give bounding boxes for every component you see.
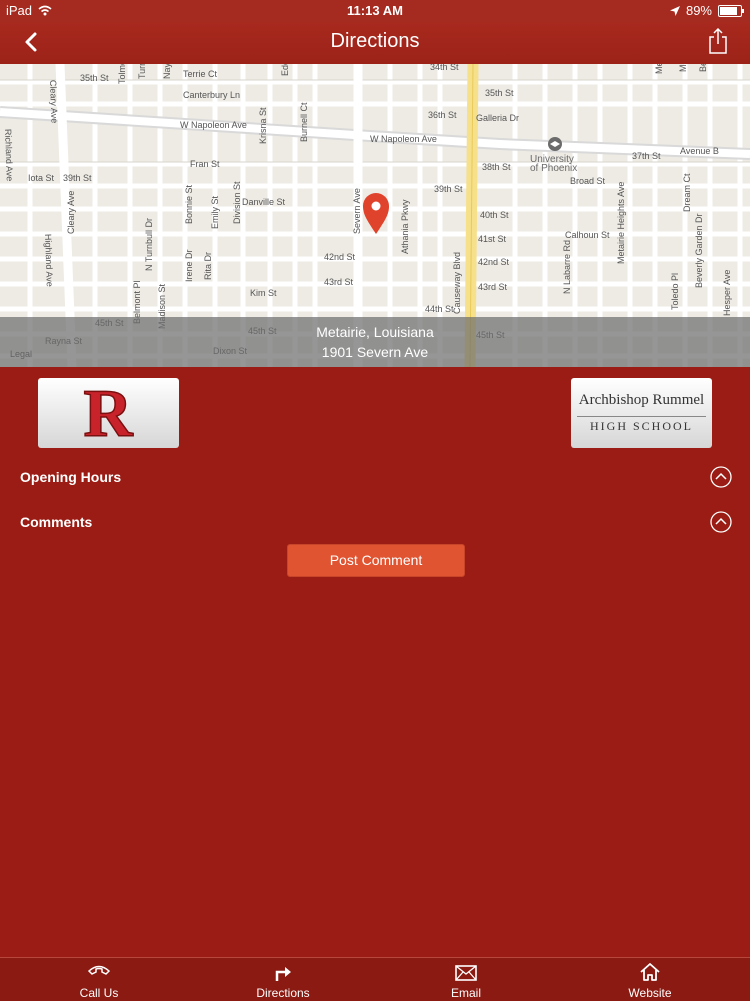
map-street-label: 34th St xyxy=(430,64,459,72)
tab-call-us[interactable]: Call Us xyxy=(39,958,159,1001)
map-street-label: N Labarre Rd xyxy=(562,240,572,294)
map-street-label: Fran St xyxy=(190,159,220,169)
phone-icon xyxy=(87,965,111,975)
location-pin-icon xyxy=(363,193,389,234)
school-logo-r: R xyxy=(38,374,179,452)
battery-percent: 89% xyxy=(685,3,712,18)
expand-toggle-icon[interactable] xyxy=(710,511,732,533)
map-street-label: Severn Ave xyxy=(352,188,362,234)
navigation-bar: Directions xyxy=(0,22,750,64)
map-street-label: 41st St xyxy=(478,234,507,244)
map-street-label: 35th St xyxy=(485,88,514,98)
page-title: Directions xyxy=(330,30,420,52)
map-street-label: Broad St xyxy=(570,176,606,186)
post-comment-button[interactable]: Post Comment xyxy=(287,544,465,577)
map-street-label: Beverly Garden Dr xyxy=(694,213,704,288)
city-label: Metairie, Louisiana xyxy=(316,324,434,340)
poi-label-line2: of Phoenix xyxy=(530,163,577,174)
map-street-label: Division St xyxy=(232,181,242,224)
map-street-label: Hesper Ave xyxy=(722,270,732,316)
home-icon xyxy=(640,963,660,981)
map-street-label: 42nd St xyxy=(324,252,356,262)
map-street-label: Bonnie St xyxy=(184,184,194,224)
logo-divider xyxy=(577,416,706,417)
university-poi-icon xyxy=(548,137,562,151)
turn-right-arrow-icon xyxy=(275,967,291,981)
logo-letter: R xyxy=(83,378,133,448)
address-overlay: Metairie, Louisiana 1901 Severn Ave xyxy=(0,317,750,367)
map-street-label: Cleary Ave xyxy=(48,80,60,124)
map-street-label: Iota St xyxy=(28,173,55,183)
map-street-label: W Napoleon Ave xyxy=(180,120,247,130)
map-street-label: Rita Dr xyxy=(203,252,213,280)
tab-directions[interactable]: Directions xyxy=(223,958,343,1001)
logo-school-name: Archbishop Rummel xyxy=(578,392,705,408)
map-street-label: Krisna St xyxy=(258,107,268,144)
expand-toggle-icon[interactable] xyxy=(710,466,732,488)
map-street-label: Turnbull Dr xyxy=(137,64,147,79)
location-arrow-icon xyxy=(669,5,680,16)
map-street-label: Danville St xyxy=(242,197,286,207)
share-icon[interactable] xyxy=(706,27,730,55)
map-street-label: Metairie Heights Ave xyxy=(616,182,626,264)
comments-row[interactable]: Comments xyxy=(0,508,750,538)
map-street-label: Kim St xyxy=(250,288,277,298)
map-street-label: Nayley Dr xyxy=(162,64,172,79)
map-street-label: Tolmont Dr xyxy=(117,64,127,84)
map-street-label: 39th St xyxy=(434,184,463,194)
map-street-label: Calhoun St xyxy=(565,230,610,240)
logo-school-type: HIGH SCHOOL xyxy=(590,419,693,433)
map-street-label: Emily St xyxy=(210,195,220,229)
map-street-label: 39th St xyxy=(63,173,92,183)
status-time: 11:13 AM xyxy=(347,3,403,18)
map-street-label: Cleary Ave xyxy=(66,191,76,234)
map-street-label: 43rd St xyxy=(324,277,354,287)
map-street-label: 37th St xyxy=(632,151,661,161)
status-bar: iPad 11:13 AM 89% xyxy=(0,0,750,22)
battery-icon xyxy=(718,4,744,17)
tab-label: Directions xyxy=(256,986,310,1000)
bottom-tab-bar: Call Us Directions Email Website xyxy=(0,957,750,1001)
opening-hours-row[interactable]: Opening Hours xyxy=(0,463,750,493)
map-street-label: Edenborn Ave xyxy=(280,64,290,76)
tab-label: Email xyxy=(450,986,481,1000)
map-street-label: Irene Dr xyxy=(184,249,194,282)
map-street-label: Causeway Blvd xyxy=(452,252,462,314)
map-street-label: 40th St xyxy=(480,210,509,220)
map-street-label: Highland Ave xyxy=(43,234,55,287)
map-street-label: Dream Ct xyxy=(682,173,692,212)
opening-hours-label: Opening Hours xyxy=(20,469,122,485)
map-street-label: 44th St xyxy=(425,304,454,314)
tab-label: Call Us xyxy=(79,986,119,1000)
map-street-label: Melody Dr xyxy=(678,64,688,72)
map-street-label: Canterbury Ln xyxy=(183,90,240,100)
tab-email[interactable]: Email xyxy=(406,958,526,1001)
comments-label: Comments xyxy=(20,514,93,530)
map-street-label: Burnell Ct xyxy=(299,102,309,142)
tab-website[interactable]: Website xyxy=(590,958,710,1001)
map-street-label: Toledo Pl xyxy=(670,273,680,310)
map-street-label: Athania Pkwy xyxy=(400,199,410,254)
map-street-label: 43rd St xyxy=(478,282,508,292)
map-street-label: 42nd St xyxy=(478,257,510,267)
map-street-label: W Napoleon Ave xyxy=(370,134,437,144)
map-street-label: Richland Ave xyxy=(3,129,15,182)
map-street-label: 36th St xyxy=(428,110,457,120)
map-street-label: N Turnbull Dr xyxy=(144,218,154,271)
map-street-label: Beverly Garden Dr xyxy=(698,64,708,72)
map-street-label: Metairie Ct xyxy=(654,64,664,74)
tab-label: Website xyxy=(628,986,672,1000)
school-logo-wordmark: Archbishop Rummel HIGH SCHOOL xyxy=(571,378,712,448)
map-street-label: Galleria Dr xyxy=(476,113,519,123)
map-street-label: 35th St xyxy=(80,73,109,83)
map-view[interactable]: Cleary Ave 35th St Terrie Ct Canterbury Ln W… xyxy=(0,64,750,367)
map-street-label: 38th St xyxy=(482,162,511,172)
address-label: 1901 Severn Ave xyxy=(321,344,429,360)
map-street-label: Avenue B xyxy=(680,146,719,156)
map-street-label: Terrie Ct xyxy=(183,69,218,79)
envelope-icon xyxy=(455,965,477,981)
